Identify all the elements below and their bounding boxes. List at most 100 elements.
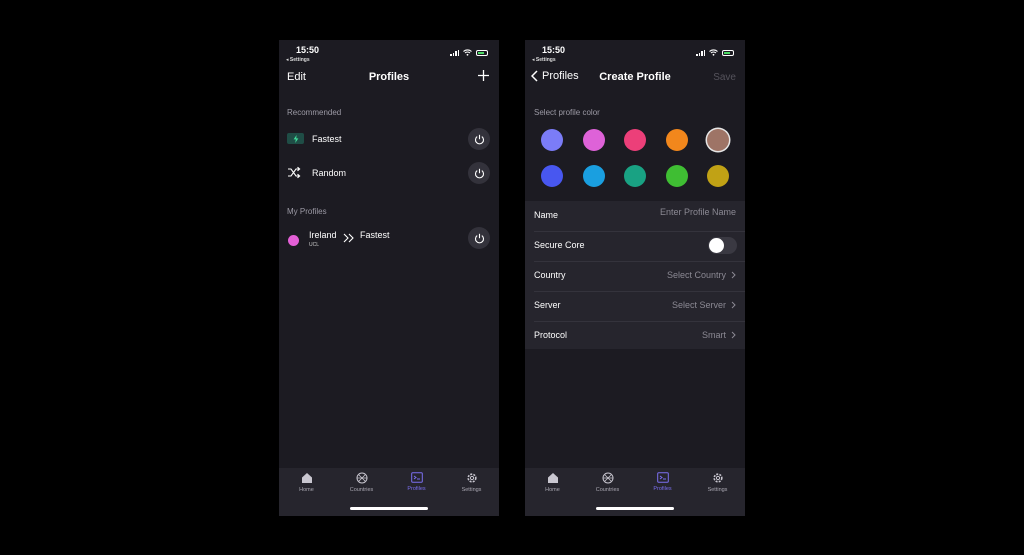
lightning-flag-icon <box>287 133 304 144</box>
profile-name: Fastest <box>312 134 342 144</box>
home-icon <box>547 473 558 483</box>
home-indicator[interactable] <box>596 507 674 510</box>
tab-label: Profiles <box>407 486 426 492</box>
country-value: Select Country <box>667 270 736 280</box>
profile-country-code: UCL <box>309 242 320 248</box>
status-back-link[interactable]: ◂ Settings <box>286 57 310 63</box>
tab-settings[interactable]: Settings <box>444 472 499 493</box>
status-time: 15:50 <box>296 45 320 55</box>
server-value: Select Server <box>672 300 736 310</box>
wifi-icon <box>463 49 472 56</box>
globe-icon <box>602 472 613 484</box>
recommended-section-label: Recommended <box>287 108 342 117</box>
server-label: Server <box>534 300 561 310</box>
server-row[interactable]: Server Select Server <box>525 291 745 320</box>
status-time: 15:50 <box>542 45 566 55</box>
color-swatch[interactable] <box>624 165 646 187</box>
profile-row-ireland[interactable]: Ireland UCL Fastest <box>279 223 499 253</box>
plus-icon <box>478 70 489 81</box>
profile-server: Fastest <box>360 230 390 240</box>
color-swatch[interactable] <box>665 129 688 151</box>
power-icon <box>474 168 484 178</box>
server-value-text: Select Server <box>671 300 726 310</box>
connect-button[interactable] <box>468 227 490 249</box>
name-row: Name <box>525 201 745 230</box>
tab-home[interactable]: Home <box>525 472 580 493</box>
battery-icon <box>722 49 734 56</box>
color-section-label: Select profile color <box>534 108 600 117</box>
power-icon <box>474 233 484 243</box>
profiles-icon <box>410 472 423 483</box>
back-button[interactable]: Profiles <box>531 70 579 82</box>
tab-countries[interactable]: Countries <box>580 472 635 493</box>
tab-label: Countries <box>349 487 374 493</box>
page-title: Profiles <box>368 71 410 83</box>
chevron-right-icon <box>731 301 736 309</box>
tab-countries[interactable]: Countries <box>334 472 389 493</box>
gear-icon <box>466 473 477 483</box>
chevron-left-icon <box>531 70 538 82</box>
color-swatch[interactable] <box>665 165 688 187</box>
battery-icon <box>476 49 488 56</box>
color-swatch[interactable] <box>582 165 605 187</box>
nav-bar: Edit Profiles <box>279 66 499 92</box>
shuffle-icon <box>287 166 301 184</box>
secure-core-label: Secure Core <box>534 240 585 250</box>
protocol-row[interactable]: Protocol Smart <box>525 321 745 350</box>
tab-bar: Home Countries Profiles Settings <box>525 468 745 516</box>
globe-icon <box>356 472 367 484</box>
connect-button[interactable] <box>468 162 490 184</box>
home-icon <box>301 473 312 483</box>
status-back-link[interactable]: ◂ Settings <box>532 57 556 63</box>
tab-settings[interactable]: Settings <box>690 472 745 493</box>
double-chevron-icon <box>343 230 355 248</box>
edit-button[interactable]: Edit <box>287 71 306 83</box>
status-icons <box>696 49 734 56</box>
profiles-screen: 15:50 ◂ Settings Edit Profiles Recommend… <box>279 40 499 516</box>
protocol-value: Smart <box>702 330 736 340</box>
profile-color-dot <box>288 235 299 246</box>
my-profiles-section-label: My Profiles <box>287 207 327 216</box>
color-swatch[interactable] <box>541 129 563 151</box>
name-label: Name <box>534 210 559 220</box>
connect-button[interactable] <box>468 128 490 150</box>
country-row[interactable]: Country Select Country <box>525 261 745 290</box>
secure-core-row: Secure Core <box>525 231 745 260</box>
tab-label: Settings <box>461 487 482 493</box>
color-swatch[interactable] <box>541 165 563 187</box>
tab-label: Settings <box>707 487 728 493</box>
add-profile-button[interactable] <box>477 69 490 87</box>
color-swatch[interactable] <box>624 129 646 151</box>
cellular-signal-icon <box>696 49 705 56</box>
status-bar: 15:50 ◂ Settings <box>279 40 499 66</box>
tab-profiles[interactable]: Profiles <box>389 472 444 492</box>
protocol-label: Protocol <box>534 330 568 340</box>
profiles-icon <box>656 472 669 483</box>
tab-home[interactable]: Home <box>279 472 334 493</box>
nav-bar: Profiles Create Profile Save <box>525 66 745 92</box>
tab-label: Home <box>545 487 560 493</box>
color-swatch[interactable] <box>707 129 729 151</box>
save-button[interactable]: Save <box>713 72 736 83</box>
chevron-right-icon <box>731 331 736 339</box>
name-input[interactable] <box>626 207 736 217</box>
status-bar: 15:50 ◂ Settings <box>525 40 745 66</box>
profile-form: Name Secure Core Country Select Country … <box>525 201 745 349</box>
tab-profiles[interactable]: Profiles <box>635 472 690 492</box>
profile-row-random[interactable]: Random <box>279 158 499 188</box>
cellular-signal-icon <box>450 49 459 56</box>
back-button-label: Profiles <box>542 70 579 82</box>
secure-core-toggle[interactable] <box>708 237 737 254</box>
color-swatch[interactable] <box>707 165 729 187</box>
profile-row-fastest[interactable]: Fastest <box>279 124 499 154</box>
power-icon <box>474 134 484 144</box>
color-swatch[interactable] <box>582 129 605 151</box>
tab-label: Home <box>299 487 314 493</box>
home-indicator[interactable] <box>350 507 428 510</box>
create-profile-screen: 15:50 ◂ Settings Profiles Create Profile… <box>525 40 745 516</box>
profile-country: Ireland <box>309 230 337 240</box>
country-label: Country <box>534 270 566 280</box>
country-value-text: Select Country <box>666 270 726 280</box>
tab-label: Countries <box>595 487 620 493</box>
tab-bar: Home Countries Profiles Settings <box>279 468 499 516</box>
